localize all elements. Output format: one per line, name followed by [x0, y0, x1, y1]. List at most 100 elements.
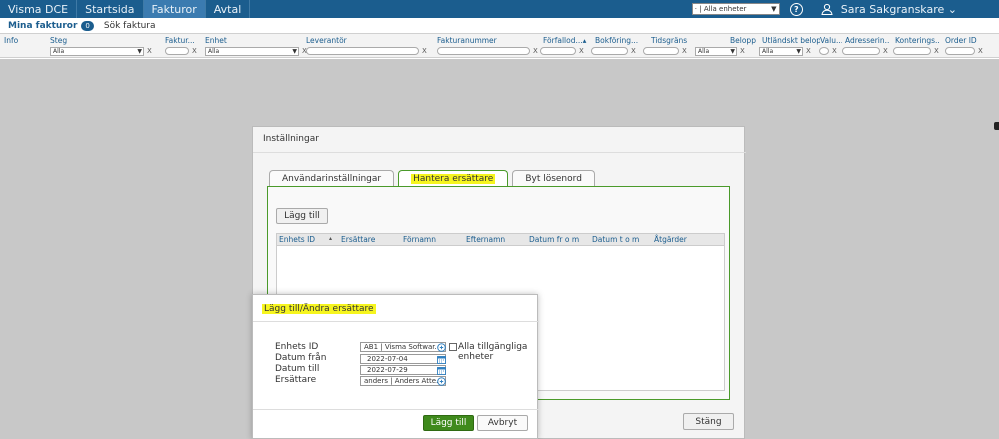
all-units-label: Alla tillgängliga enheter [458, 342, 528, 362]
nav-tab-fakturor[interactable]: Fakturor [143, 0, 206, 18]
filter-faktur-clear[interactable]: X [192, 47, 197, 55]
search-invoice-link[interactable]: Sök faktura [104, 21, 156, 31]
scroll-handle[interactable] [994, 122, 999, 130]
grid-col-atgarder[interactable]: Åtgärder [654, 235, 687, 244]
filter-utlandskt-value: Alla [762, 48, 774, 55]
sub-navigation: Mina fakturor 0 Sök faktura [0, 18, 999, 34]
filter-adressering-input[interactable] [842, 47, 880, 55]
sort-ascending-icon: ▴ [329, 235, 333, 242]
col-enhet[interactable]: Enhet [205, 36, 227, 45]
chevron-down-icon: ▼ [292, 48, 297, 55]
close-button[interactable]: Stäng [683, 413, 734, 430]
divider [253, 409, 539, 410]
filter-order-id-input[interactable] [945, 47, 975, 55]
user-menu[interactable]: Sara Sakgranskare ⌄ [821, 3, 957, 16]
lookup-icon[interactable] [437, 343, 446, 352]
filter-utlandskt-clear[interactable]: X [806, 47, 811, 55]
filter-steg-clear[interactable]: X [147, 47, 152, 55]
filter-forfallodatum-clear[interactable]: X [579, 47, 584, 55]
calendar-icon[interactable] [437, 355, 446, 364]
filter-tidsgrans-input[interactable] [643, 47, 679, 55]
tab-byt-losenord[interactable]: Byt lösenord [512, 170, 595, 186]
calendar-icon[interactable] [437, 366, 446, 375]
filter-belopp-select[interactable]: Alla ▼ [695, 47, 737, 56]
col-leverantor[interactable]: Leverantör [306, 36, 347, 45]
grid-col-ersattare[interactable]: Ersättare [341, 235, 375, 244]
col-kontering[interactable]: Konterings... [895, 36, 939, 45]
date-to-label: Datum till [275, 364, 320, 374]
settings-dialog-title: Inställningar [263, 134, 319, 144]
filter-valuta-clear[interactable]: X [832, 47, 837, 55]
grid-col-datum-from[interactable]: Datum fr o m [529, 235, 579, 244]
filter-order-id-clear[interactable]: X [978, 47, 983, 55]
top-navigation: Visma DCE Startsida Fakturor Avtal · | A… [0, 0, 999, 18]
nav-tab-startsida[interactable]: Startsida [77, 0, 144, 18]
unit-select[interactable]: · | Alla enheter ▼ [691, 3, 780, 15]
tab-label: Hantera ersättare [411, 173, 496, 184]
substitutes-grid-header: Enhets ID ▴ Ersättare Förnamn Efternamn … [276, 233, 725, 246]
unit-select-value: · | Alla enheter [694, 5, 747, 13]
filter-faktur-input[interactable] [165, 47, 189, 55]
grid-col-efternamn[interactable]: Efternamn [466, 235, 505, 244]
my-invoices-count-badge: 0 [81, 20, 94, 31]
col-belopp[interactable]: Belopp [730, 36, 756, 45]
col-faktur[interactable]: Faktur... [165, 36, 195, 45]
chevron-down-icon: ▼ [730, 48, 735, 55]
add-button[interactable]: Lägg till [423, 415, 474, 431]
filter-steg-select[interactable]: Alla ▼ [50, 47, 144, 56]
all-units-checkbox[interactable] [449, 343, 457, 351]
my-invoices-link[interactable]: Mina fakturor [8, 21, 77, 31]
grid-col-fornamn[interactable]: Förnamn [403, 235, 436, 244]
col-steg[interactable]: Steg [50, 36, 67, 45]
filter-enhet-select[interactable]: Alla ▼ [205, 47, 299, 56]
add-substitute-dialog-title: Lägg till/Ändra ersättare [262, 304, 376, 314]
filter-utlandskt-select[interactable]: Alla ▼ [759, 47, 803, 56]
nav-tab-visma-dce[interactable]: Visma DCE [0, 0, 78, 18]
col-order-id[interactable]: Order ID [945, 36, 977, 45]
col-adressering[interactable]: Adresserin... [845, 36, 889, 45]
col-bokforing[interactable]: Bokföring... [595, 36, 639, 45]
tab-anvandarinstallningar[interactable]: Användarinställningar [269, 170, 395, 186]
grid-col-datum-tom[interactable]: Datum t o m [592, 235, 639, 244]
filter-tidsgrans-clear[interactable]: X [682, 47, 687, 55]
filter-bokforing-clear[interactable]: X [631, 47, 636, 55]
filter-leverantor-clear[interactable]: X [422, 47, 427, 55]
unit-id-field[interactable]: AB1 | Visma Softwar... [360, 342, 446, 352]
lookup-icon[interactable] [437, 377, 446, 386]
col-fakturanummer[interactable]: Fakturanummer [437, 36, 497, 45]
filter-valuta-radio[interactable] [819, 47, 829, 55]
filter-belopp-value: Alla [698, 48, 710, 55]
filter-adressering-clear[interactable]: X [883, 47, 888, 55]
unit-id-label: Enhets ID [275, 342, 319, 352]
tab-label: Användarinställningar [282, 173, 382, 184]
chevron-down-icon: ▼ [796, 48, 801, 55]
filter-fakturanummer-input[interactable] [437, 47, 530, 55]
filter-forfallodatum-input[interactable] [540, 47, 576, 55]
cancel-button[interactable]: Avbryt [477, 415, 528, 431]
filter-leverantor-input[interactable] [306, 47, 419, 55]
col-info[interactable]: Info [4, 36, 18, 45]
settings-tabs: Användarinställningar Hantera ersättare … [269, 170, 599, 186]
add-substitute-dialog: Lägg till/Ändra ersättare Enhets ID AB1 … [252, 294, 539, 439]
col-forfallodatum[interactable]: Förfallod...▴ [543, 36, 587, 45]
chevron-down-icon: ▼ [771, 5, 777, 13]
chevron-down-icon: ▼ [137, 48, 142, 55]
grid-col-enhets-id[interactable]: Enhets ID [279, 235, 315, 244]
filter-belopp-clear[interactable]: X [740, 47, 745, 55]
add-substitute-button[interactable]: Lägg till [276, 208, 328, 224]
col-tidsgrans[interactable]: Tidsgräns [651, 36, 687, 45]
filter-kontering-clear[interactable]: X [934, 47, 939, 55]
filter-fakturanummer-clear[interactable]: X [533, 47, 538, 55]
col-utlandskt-belopp[interactable]: Utländskt belopp [762, 36, 820, 45]
date-from-field[interactable]: 2022-07-04 [360, 354, 446, 364]
invoice-grid-header: Info Steg Faktur... Enhet Leverantör Fak… [0, 34, 999, 58]
date-to-field[interactable]: 2022-07-29 [360, 365, 446, 375]
tab-hantera-ersattare[interactable]: Hantera ersättare [398, 170, 509, 186]
nav-tab-avtal[interactable]: Avtal [206, 0, 251, 18]
substitute-field[interactable]: anders | Anders Atte... [360, 376, 446, 386]
tab-label: Byt lösenord [525, 173, 582, 184]
help-icon[interactable]: ? [789, 2, 803, 16]
filter-bokforing-input[interactable] [591, 47, 628, 55]
filter-kontering-input[interactable] [893, 47, 931, 55]
col-valuta[interactable]: Valu... [820, 36, 842, 45]
